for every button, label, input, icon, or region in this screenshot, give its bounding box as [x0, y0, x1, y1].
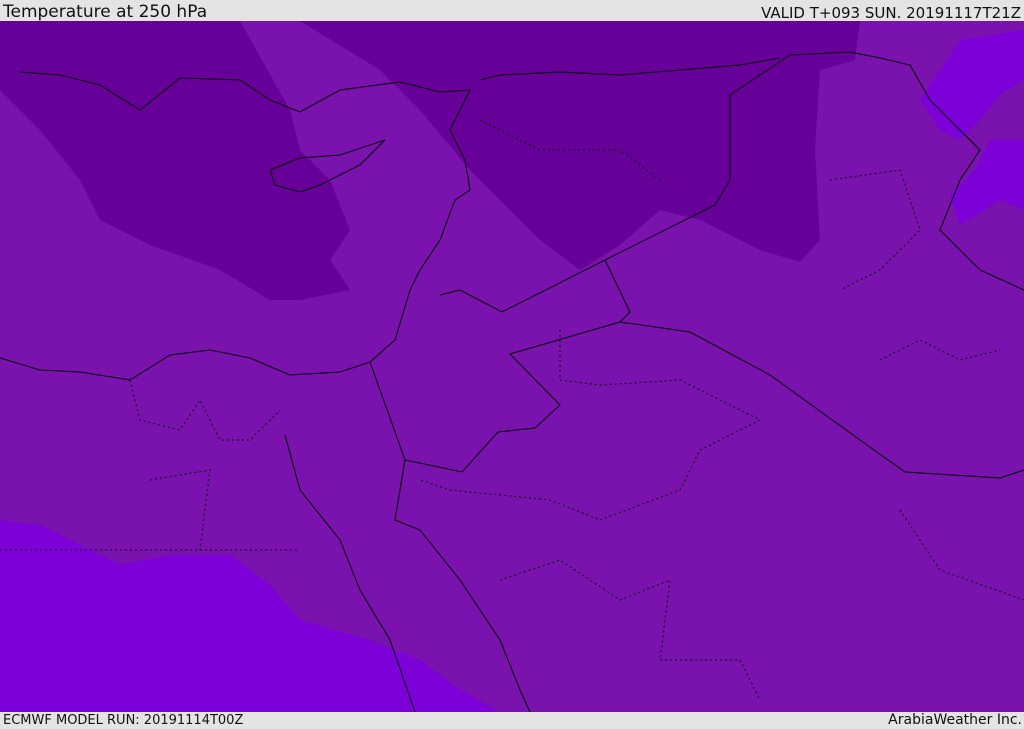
valid-time: VALID T+093 SUN. 20191117T21Z — [761, 4, 1021, 22]
model-run-label: ECMWF MODEL RUN: 20191114T00Z — [3, 713, 244, 728]
temperature-map — [0, 21, 1024, 712]
footer-bar: ECMWF MODEL RUN: 20191114T00Z ArabiaWeat… — [0, 712, 1024, 729]
header-bar: Temperature at 250 hPa VALID T+093 SUN. … — [0, 0, 1024, 21]
credit-label: ArabiaWeather Inc. — [888, 712, 1022, 728]
map-title: Temperature at 250 hPa — [3, 2, 208, 22]
